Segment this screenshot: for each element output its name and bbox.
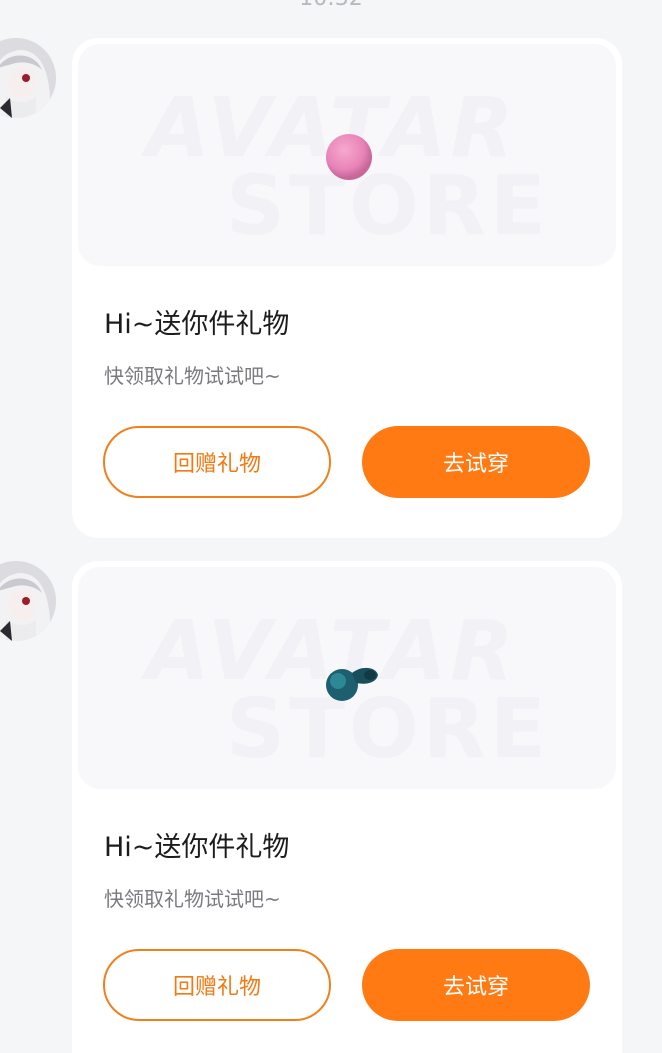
- try-on-button[interactable]: 去试穿: [362, 426, 590, 498]
- gift-banner: AVATAR STORE: [78, 44, 616, 266]
- sender-avatar[interactable]: [0, 561, 56, 641]
- banner-watermark-line2: STORE: [226, 159, 550, 254]
- gift-banner: AVATAR STORE: [78, 567, 616, 789]
- sender-avatar[interactable]: [0, 38, 56, 118]
- gift-card: AVATAR STORE Hi~送你件礼物 快领取礼物试试吧~ 回赠礼物 去试穿: [72, 561, 622, 1053]
- gift-card: AVATAR STORE Hi~送你件礼物 快领取礼物试试吧~ 回赠礼物 去试穿: [72, 38, 622, 538]
- message-timestamp: 10:32: [0, 0, 662, 11]
- try-on-button[interactable]: 去试穿: [362, 949, 590, 1021]
- gift-title: Hi~送你件礼物: [104, 832, 290, 863]
- chat-screen: 10:32 AVATAR STORE: [0, 0, 662, 1053]
- banner-watermark-line2: STORE: [226, 682, 550, 777]
- return-gift-button[interactable]: 回赠礼物: [103, 426, 331, 498]
- gift-item-pacifier-icon: [322, 659, 382, 709]
- gift-subtitle: 快领取礼物试试吧~: [104, 887, 281, 911]
- gift-subtitle: 快领取礼物试试吧~: [104, 364, 281, 388]
- gift-title: Hi~送你件礼物: [104, 309, 290, 340]
- return-gift-button[interactable]: 回赠礼物: [103, 949, 331, 1021]
- gift-item-pink-ball-icon: [324, 132, 374, 186]
